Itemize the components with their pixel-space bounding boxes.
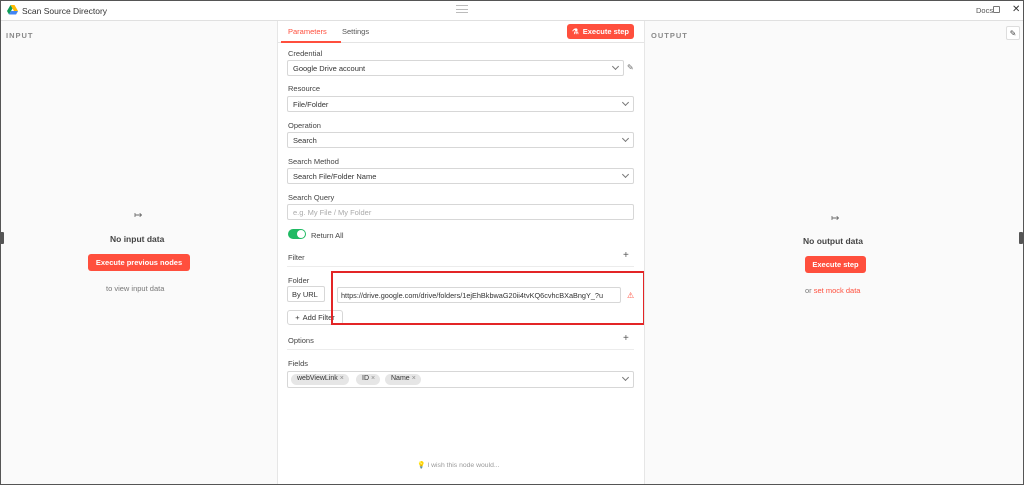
remove-chip-icon[interactable]: × [371,375,375,382]
window-title: Scan Source Directory [22,6,108,16]
add-filter-label: Add Filter [302,313,335,322]
chip-label: webViewLink [297,375,338,382]
field-chip-name[interactable]: Name × [385,374,421,385]
chip-label: Name [391,375,410,382]
search-query-label: Search Query [288,193,335,202]
divider [287,349,634,350]
chevron-down-icon [621,134,630,143]
folder-mode-select[interactable]: By URL [287,286,325,302]
chevron-down-icon [621,98,630,107]
credential-label: Credential [288,49,323,58]
highlight-annotation-box [331,271,645,325]
output-arrow-icon: ↦ [831,213,840,224]
search-query-input[interactable]: e.g. My File / My Folder [287,204,634,220]
google-drive-icon [7,5,18,15]
external-link-icon[interactable] [993,6,1000,13]
close-icon[interactable]: ✕ [1012,4,1020,15]
search-method-label: Search Method [288,157,339,166]
fields-label: Fields [288,359,309,368]
add-option-plus-icon[interactable]: + [623,333,629,344]
return-all-toggle[interactable] [288,229,306,239]
chevron-down-icon [611,62,620,71]
tab-settings[interactable]: Settings [342,27,369,36]
output-panel: OUTPUT ↦ No output data Execute step or … [644,21,1023,484]
chip-label: ID [362,375,369,382]
credential-select[interactable]: Google Drive account [287,60,624,76]
input-hint: to view input data [106,284,165,293]
filter-label: Filter [288,253,305,262]
resource-label: Resource [288,84,321,93]
credential-value: Google Drive account [293,64,366,73]
search-method-value: Search File/Folder Name [293,172,377,181]
tab-parameters[interactable]: Parameters [288,27,327,36]
execute-step-button-top[interactable]: ⚗ Execute step [567,24,634,39]
return-all-label: Return All [311,231,344,240]
feedback-link[interactable]: 💡 I wish this node would... [417,461,500,469]
divider [287,266,634,267]
edit-output-icon[interactable]: ✎ [1006,26,1020,40]
edit-credential-icon[interactable]: ✎ [627,63,634,72]
tab-bar: Parameters Settings ⚗ Execute step [278,21,644,43]
folder-mode-value: By URL [292,290,318,299]
execute-previous-nodes-button[interactable]: Execute previous nodes [88,254,190,271]
flask-icon: ⚗ [571,27,579,36]
docs-link[interactable]: Docs [976,6,993,15]
right-panel-collapse-handle[interactable] [1019,232,1023,244]
left-panel-collapse-handle[interactable] [0,232,4,244]
lightbulb-icon: 💡 [417,462,426,469]
search-method-select[interactable]: Search File/Folder Name [287,168,634,184]
search-query-placeholder: e.g. My File / My Folder [293,208,372,217]
input-panel: INPUT ↦ No input data Execute previous n… [1,21,278,484]
fields-multiselect[interactable]: webViewLink × ID × Name × [287,371,634,388]
field-chip-webviewlink[interactable]: webViewLink × [291,374,349,385]
remove-chip-icon[interactable]: × [412,375,416,382]
plus-icon: + [295,313,300,322]
add-filter-plus-icon[interactable]: + [623,250,629,261]
no-input-title: No input data [110,234,165,244]
chevron-down-icon [621,170,630,179]
drag-handle-icon[interactable] [456,5,468,13]
feedback-text: I wish this node would... [427,462,500,469]
operation-select[interactable]: Search [287,132,634,148]
operation-label: Operation [288,121,321,130]
resource-value: File/Folder [293,100,329,109]
operation-value: Search [293,136,317,145]
output-hint: or set mock data [805,286,860,295]
input-panel-title: INPUT [6,31,34,40]
chevron-down-icon [621,373,630,382]
hint-prefix: or [805,286,812,295]
input-arrow-icon: ↦ [134,210,143,221]
execute-step-label: Execute step [582,27,629,36]
title-bar: Scan Source Directory Docs ✕ [1,1,1023,21]
active-tab-indicator [281,41,341,43]
set-mock-data-link[interactable]: set mock data [814,286,861,295]
folder-label: Folder [288,276,310,285]
field-chip-id[interactable]: ID × [356,374,381,385]
no-output-title: No output data [803,236,863,246]
parameters-panel: Parameters Settings ⚗ Execute step Crede… [278,21,644,484]
output-panel-title: OUTPUT [651,31,688,40]
options-label: Options [288,336,314,345]
execute-step-button[interactable]: Execute step [805,256,866,273]
remove-chip-icon[interactable]: × [340,375,344,382]
resource-select[interactable]: File/Folder [287,96,634,112]
